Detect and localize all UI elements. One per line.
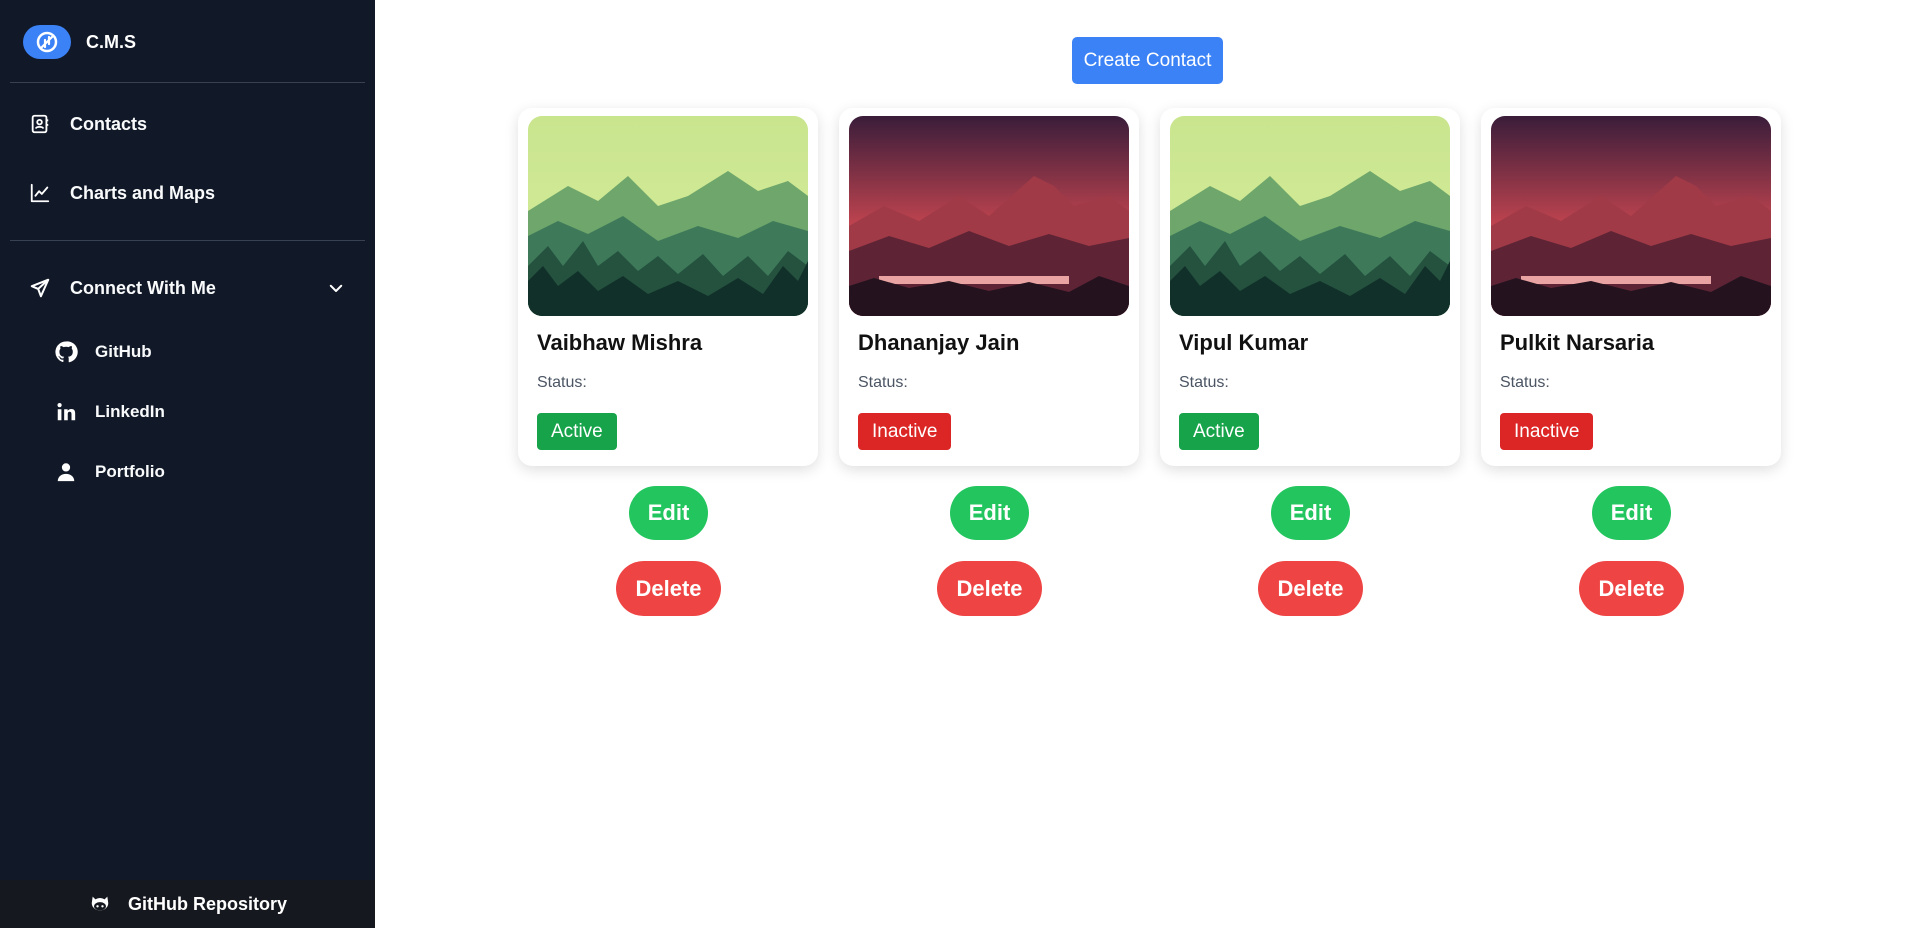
linkedin-icon xyxy=(54,400,78,424)
contact-card: Dhananjay Jain Status: Inactive xyxy=(839,108,1139,466)
github-repository-label: GitHub Repository xyxy=(127,893,287,914)
edit-button[interactable]: Edit xyxy=(950,486,1029,540)
sidebar-item-linkedin[interactable]: LinkedIn xyxy=(54,400,165,424)
contact-image xyxy=(1170,116,1450,316)
sidebar-item-label: LinkedIn xyxy=(95,402,165,421)
sidebar: C.M.S Contacts Charts and Maps Connect W… xyxy=(0,0,375,928)
create-contact-button[interactable]: Create Contact xyxy=(1072,37,1223,84)
contact-card: Vaibhaw Mishra Status: Active xyxy=(518,108,818,466)
sidebar-item-label: GitHub xyxy=(95,342,152,361)
github-octocat-icon xyxy=(88,892,112,916)
edit-button[interactable]: Edit xyxy=(629,486,708,540)
sidebar-item-label: Connect With Me xyxy=(70,277,216,298)
status-label: Status: xyxy=(1179,374,1229,391)
sidebar-item-label: Charts and Maps xyxy=(70,182,216,203)
user-icon xyxy=(54,460,78,484)
contact-image xyxy=(1491,116,1771,316)
delete-button[interactable]: Delete xyxy=(1258,561,1363,616)
chevron-down-icon[interactable] xyxy=(324,276,348,300)
sidebar-item-contacts[interactable]: Contacts xyxy=(28,112,147,136)
delete-button[interactable]: Delete xyxy=(1579,561,1684,616)
contact-image xyxy=(849,116,1129,316)
brand-logo-icon xyxy=(23,25,71,59)
status-badge: Inactive xyxy=(858,413,952,450)
sidebar-item-charts-and-maps[interactable]: Charts and Maps xyxy=(28,181,215,205)
status-label: Status: xyxy=(1500,374,1550,391)
status-label: Status: xyxy=(858,374,908,391)
delete-button[interactable]: Delete xyxy=(937,561,1042,616)
status-badge: Inactive xyxy=(1500,413,1594,450)
contact-image xyxy=(528,116,808,316)
github-icon xyxy=(54,340,78,364)
contact-card: Vipul Kumar Status: Active xyxy=(1160,108,1460,466)
sidebar-item-connect-with-me[interactable]: Connect With Me xyxy=(28,276,216,300)
contact-name: Pulkit Narsaria xyxy=(1500,330,1655,355)
sidebar-divider xyxy=(10,240,365,241)
send-icon xyxy=(28,276,52,300)
status-label: Status: xyxy=(537,374,587,391)
contact-name: Vaibhaw Mishra xyxy=(537,330,703,355)
contact-name: Vipul Kumar xyxy=(1179,330,1309,355)
contact-name: Dhananjay Jain xyxy=(858,330,1020,355)
app-root: C.M.S Contacts Charts and Maps Connect W… xyxy=(0,0,1920,928)
brand[interactable]: C.M.S xyxy=(23,22,136,62)
contact-card: Pulkit Narsaria Status: Inactive xyxy=(1481,108,1781,466)
status-badge: Active xyxy=(1179,413,1259,450)
sidebar-item-github[interactable]: GitHub xyxy=(54,340,152,364)
delete-button[interactable]: Delete xyxy=(616,561,721,616)
sidebar-item-label: Contacts xyxy=(70,113,148,134)
edit-button[interactable]: Edit xyxy=(1271,486,1350,540)
status-badge: Active xyxy=(537,413,617,450)
sidebar-divider xyxy=(10,82,365,83)
sidebar-item-label: Portfolio xyxy=(95,462,165,481)
edit-button[interactable]: Edit xyxy=(1592,486,1671,540)
contact-book-icon xyxy=(28,112,52,136)
sidebar-item-portfolio[interactable]: Portfolio xyxy=(54,460,165,484)
github-repository-link[interactable]: GitHub Repository xyxy=(0,880,375,928)
line-chart-icon xyxy=(28,181,52,205)
brand-title: C.M.S xyxy=(86,31,137,52)
